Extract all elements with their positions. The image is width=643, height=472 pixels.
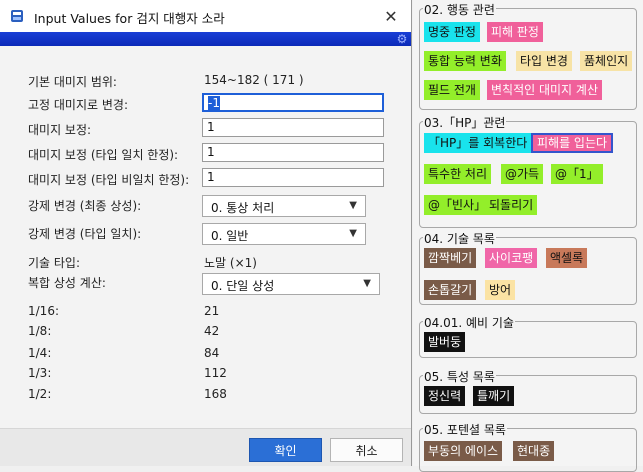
title-bar[interactable]: Input Values for 검지 대행자 소라 ✕ bbox=[0, 0, 411, 32]
dialog-title: Input Values for 검지 대행자 소라 bbox=[34, 11, 225, 26]
chevron-down-icon: ▼ bbox=[363, 278, 371, 289]
close-button[interactable]: ✕ bbox=[370, 0, 411, 32]
chevron-down-icon: ▼ bbox=[349, 228, 357, 239]
fraction-label: 1/16: bbox=[28, 304, 59, 318]
tag[interactable]: 피해를 입는다 bbox=[531, 133, 614, 153]
type-match-adjust-input[interactable]: 1 bbox=[202, 143, 384, 162]
fraction-value: 21 bbox=[204, 304, 220, 318]
tag[interactable]: 「HP」를 회복한다 bbox=[424, 133, 532, 153]
app-icon bbox=[11, 10, 23, 22]
tag[interactable]: @가득 bbox=[501, 164, 544, 184]
tag[interactable]: 사이코팽 bbox=[485, 248, 538, 268]
tag[interactable]: 발버둥 bbox=[424, 332, 466, 352]
tag[interactable]: 되돌리기 bbox=[485, 195, 538, 215]
tag[interactable]: 깜짝베기 bbox=[424, 248, 477, 268]
fraction-label: 1/3: bbox=[28, 366, 52, 380]
tag[interactable]: 필드 전개 bbox=[424, 80, 480, 100]
tag[interactable]: @「1」 bbox=[551, 164, 603, 184]
header-band bbox=[0, 32, 411, 46]
fraction-value: 42 bbox=[204, 324, 220, 338]
tag[interactable]: 액셀록 bbox=[546, 248, 588, 268]
fraction-value: 168 bbox=[204, 387, 227, 401]
base-range-value: 154~182 ( 171 ) bbox=[204, 73, 304, 87]
group-title: 05. 특성 목록 bbox=[423, 368, 496, 385]
fixed-damage-label: 고정 대미지로 변경: bbox=[28, 98, 128, 112]
composite-select[interactable]: 0. 단일 상성 ▼ bbox=[202, 273, 380, 295]
group-title: 04. 기술 목록 bbox=[423, 230, 496, 247]
gear-icon[interactable]: ⚙ bbox=[395, 32, 409, 46]
tag[interactable]: 정신력 bbox=[424, 386, 466, 406]
tag[interactable]: 품체인지 bbox=[580, 51, 633, 71]
tag[interactable]: 방어 bbox=[485, 280, 516, 300]
damage-adjust-label: 대미지 보정: bbox=[28, 123, 92, 137]
force-type-label: 강제 변경 (타입 일치): bbox=[28, 227, 142, 241]
tag[interactable]: @「빈사」 bbox=[424, 195, 491, 215]
group-title: 03.「HP」관련 bbox=[423, 114, 507, 131]
type-mismatch-adjust-input[interactable]: 1 bbox=[202, 168, 384, 187]
damage-adjust-input[interactable]: 1 bbox=[202, 118, 384, 137]
force-final-value: 0. 통상 처리 bbox=[211, 201, 275, 215]
type-match-adjust-label: 대미지 보정 (타입 일치 한정): bbox=[28, 148, 179, 162]
fraction-label: 1/8: bbox=[28, 324, 52, 338]
fixed-damage-input[interactable]: -1 bbox=[202, 93, 384, 112]
close-icon: ✕ bbox=[384, 6, 398, 26]
tag[interactable]: 현대종 bbox=[513, 441, 555, 461]
tag-panel: 02. 행동 관련 명중 판정 피해 판정 통합 능력 변화 타입 변경 품체인… bbox=[413, 0, 643, 472]
tag[interactable]: 특수한 처리 bbox=[424, 164, 492, 184]
fraction-value: 84 bbox=[204, 346, 220, 360]
composite-label: 복합 상성 계산: bbox=[28, 276, 106, 290]
tag[interactable]: 부동의 에이스 bbox=[424, 441, 503, 461]
tag[interactable]: 틀깨기 bbox=[473, 386, 515, 406]
tag[interactable]: 변칙적인 대미지 계산 bbox=[487, 80, 602, 100]
fraction-label: 1/4: bbox=[28, 346, 52, 360]
skill-type-value: 노말 (×1) bbox=[204, 256, 257, 270]
tag[interactable]: 타입 변경 bbox=[516, 51, 572, 71]
tag[interactable]: 피해 판정 bbox=[487, 22, 543, 42]
input-values-dialog: Input Values for 검지 대행자 소라 ✕ ⚙ 기본 대미지 범위… bbox=[0, 0, 412, 466]
ok-button[interactable]: 확인 bbox=[249, 438, 322, 462]
force-final-label: 강제 변경 (최종 상성): bbox=[28, 199, 142, 213]
group-title: 02. 행동 관련 bbox=[423, 1, 496, 18]
base-range-label: 기본 대미지 범위: bbox=[28, 75, 117, 89]
cancel-button[interactable]: 취소 bbox=[330, 438, 403, 462]
type-mismatch-adjust-label: 대미지 보정 (타입 비일치 한정): bbox=[28, 173, 190, 187]
group-title: 04.01. 예비 기술 bbox=[423, 314, 515, 331]
group-title: 05. 포텐셜 목록 bbox=[423, 421, 507, 438]
tag[interactable]: 통합 능력 변화 bbox=[424, 51, 506, 71]
fraction-value: 112 bbox=[204, 366, 227, 380]
composite-value: 0. 단일 상성 bbox=[211, 279, 275, 293]
fraction-label: 1/2: bbox=[28, 387, 52, 401]
force-type-select[interactable]: 0. 일반 ▼ bbox=[202, 223, 366, 245]
force-final-select[interactable]: 0. 통상 처리 ▼ bbox=[202, 195, 366, 217]
force-type-value: 0. 일반 bbox=[211, 229, 249, 243]
chevron-down-icon: ▼ bbox=[349, 200, 357, 211]
tag[interactable]: 명중 판정 bbox=[424, 22, 480, 42]
skill-type-label: 기술 타입: bbox=[28, 256, 81, 270]
tag[interactable]: 손톱갈기 bbox=[424, 280, 477, 300]
